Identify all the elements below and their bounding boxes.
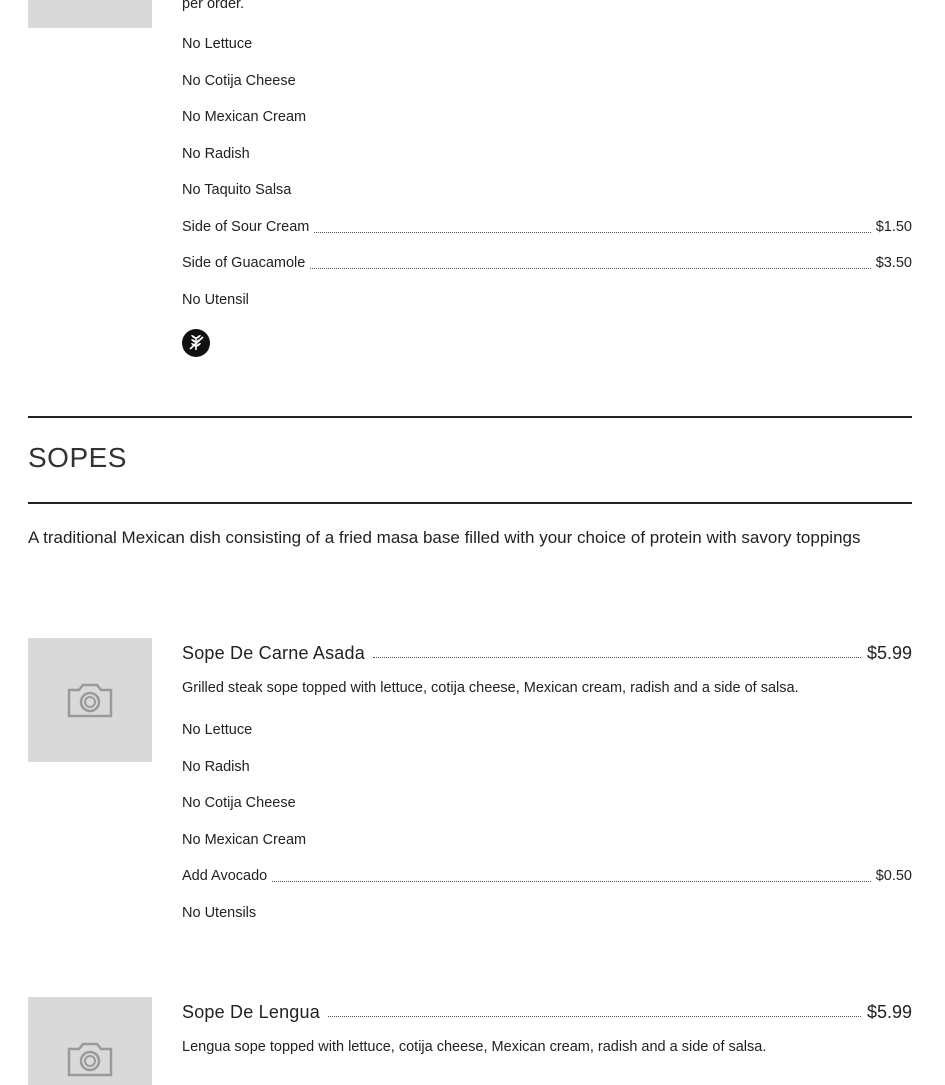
dot-leader — [372, 657, 861, 658]
dot-leader — [327, 1016, 861, 1017]
option-row[interactable]: No Taquito Salsa — [182, 179, 912, 201]
option-label: Add Avocado — [182, 868, 268, 884]
item-image-placeholder[interactable] — [28, 638, 152, 762]
option-label: No Taquito Salsa — [182, 182, 292, 198]
menu-item-title[interactable]: Sope De Carne Asada $5.99 — [182, 636, 912, 664]
menu-page: per order. No Lettuce No Cotija Cheese N… — [0, 0, 945, 1085]
item-name: Sope De Carne Asada — [182, 643, 365, 663]
option-row[interactable]: No Mexican Cream — [182, 829, 912, 851]
item-image-placeholder[interactable] — [28, 997, 152, 1085]
option-label: No Lettuce — [182, 36, 253, 52]
option-price: $3.50 — [875, 255, 912, 271]
option-label: No Utensil — [182, 292, 249, 308]
option-label: No Radish — [182, 759, 250, 775]
option-row[interactable]: No Radish — [182, 756, 912, 778]
option-row[interactable]: No Radish — [182, 143, 912, 165]
section-description: A traditional Mexican dish consisting of… — [28, 528, 861, 547]
item-name: Sope De Lengua — [182, 1002, 320, 1022]
option-price: $1.50 — [875, 219, 912, 235]
dot-leader — [272, 881, 871, 882]
option-row[interactable]: Side of Guacamole $3.50 — [182, 252, 912, 274]
item-image-placeholder[interactable] — [28, 0, 152, 28]
option-row[interactable]: No Cotija Cheese — [182, 70, 912, 92]
item-price: $5.99 — [866, 1002, 912, 1022]
option-label: No Mexican Cream — [182, 832, 307, 848]
option-row[interactable]: No Utensil — [182, 289, 912, 311]
option-row[interactable]: Side of Sour Cream $1.50 — [182, 216, 912, 238]
camera-icon — [67, 1042, 113, 1077]
option-row[interactable]: No Lettuce — [182, 719, 912, 741]
dot-leader — [314, 232, 871, 233]
option-label: No Cotija Cheese — [182, 73, 296, 89]
camera-icon — [67, 683, 113, 718]
option-row[interactable]: Add Avocado $0.50 — [182, 865, 912, 887]
dot-leader — [310, 268, 871, 269]
section-title: SOPES — [28, 442, 127, 473]
menu-item-title[interactable]: Sope De Lengua $5.99 — [182, 995, 912, 1023]
item-description: Lengua sope topped with lettuce, cotija … — [182, 1039, 767, 1055]
option-row[interactable]: No Mexican Cream — [182, 106, 912, 128]
section-divider-top — [28, 416, 912, 418]
item-description: Grilled steak sope topped with lettuce, … — [182, 680, 799, 696]
option-price: $0.50 — [875, 868, 912, 884]
option-label: No Lettuce — [182, 722, 253, 738]
option-label: Side of Guacamole — [182, 255, 306, 271]
option-row[interactable]: No Cotija Cheese — [182, 792, 912, 814]
option-row[interactable]: No Lettuce — [182, 33, 912, 55]
section-divider-bottom — [28, 502, 912, 504]
gluten-free-icon — [182, 329, 210, 357]
option-row[interactable]: No Utensils — [182, 902, 912, 924]
item-description: per order. — [182, 0, 245, 12]
item-price: $5.99 — [866, 643, 912, 663]
option-label: No Radish — [182, 146, 250, 162]
option-label: Side of Sour Cream — [182, 219, 310, 235]
option-label: No Utensils — [182, 905, 257, 921]
option-label: No Mexican Cream — [182, 109, 307, 125]
option-label: No Cotija Cheese — [182, 795, 296, 811]
